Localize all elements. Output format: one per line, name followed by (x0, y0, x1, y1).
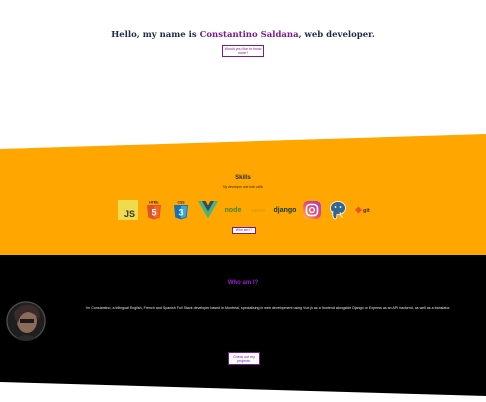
svg-text:5: 5 (151, 208, 156, 218)
projects-button[interactable]: Check out my projects. (228, 352, 260, 365)
express-icon: express (247, 199, 269, 221)
git-icon: git (354, 199, 376, 221)
know-more-button[interactable]: Would you like to know more? (222, 45, 264, 57)
nodejs-icon: node (222, 199, 244, 221)
express-label: express (251, 208, 265, 213)
about-bio: I'm Constantino, a trilingual English, F… (85, 306, 451, 310)
hero-greeting: Hello, my name is (111, 30, 200, 40)
skills-logos: JS HTML 5 CSS 3 node express django git (118, 199, 378, 221)
svg-text:3: 3 (178, 208, 183, 218)
about-title: Who am I? (227, 280, 259, 286)
avatar (6, 301, 46, 341)
nodejs-label: node (225, 207, 242, 214)
instagram-icon (302, 199, 322, 221)
postgresql-icon (328, 199, 348, 221)
css3-icon: CSS 3 (173, 199, 189, 221)
django-icon: django (272, 199, 298, 221)
skills-subtitle: My developer and tech skills (222, 185, 264, 189)
hero-heading: Hello, my name is Constantino Saldana, w… (0, 30, 486, 40)
skills-title: Skills (235, 175, 251, 181)
who-am-i-button[interactable]: Who am I? (232, 227, 256, 234)
hero-name: Constantino Saldana (199, 30, 299, 40)
hero-suffix: , web developer. (298, 30, 375, 40)
css3-label: CSS (178, 201, 186, 205)
html5-label: HTML (149, 201, 158, 205)
vue-icon (198, 199, 218, 221)
html5-icon: HTML 5 (146, 199, 162, 221)
javascript-label: JS (124, 209, 135, 219)
know-more-line2: more? (237, 51, 249, 56)
skills-band (0, 134, 486, 255)
git-label: git (363, 208, 370, 214)
javascript-icon: JS (118, 199, 138, 221)
projects-line2: projects. (237, 358, 251, 363)
django-label: django (274, 207, 297, 214)
about-band (0, 255, 486, 396)
